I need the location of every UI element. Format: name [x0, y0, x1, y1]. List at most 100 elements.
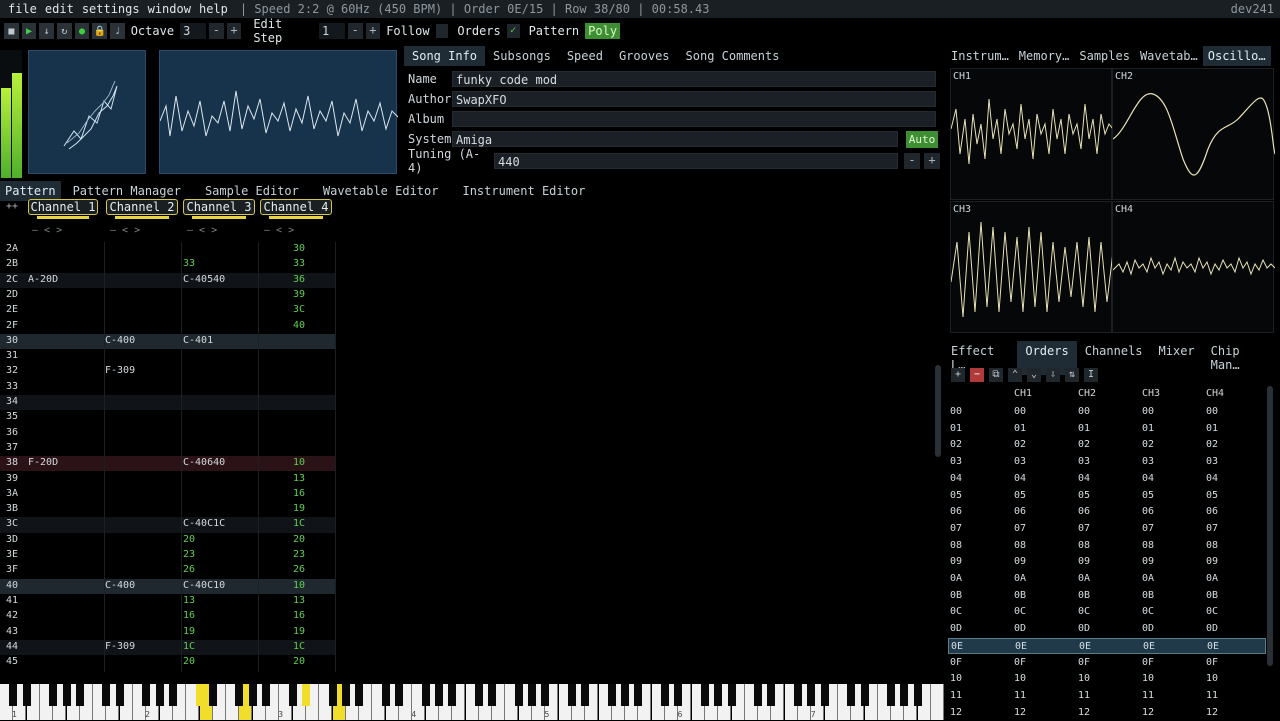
- pattern-row[interactable]: 3A 16: [0, 487, 336, 502]
- order-row[interactable]: 0E 0E 0E 0E 0E: [948, 637, 1266, 655]
- piano-black-key[interactable]: [248, 684, 257, 706]
- pattern-row[interactable]: 3F 26 26: [0, 563, 336, 578]
- octave-decrement-button[interactable]: -: [208, 23, 224, 39]
- tuning-increment-button[interactable]: +: [924, 153, 940, 169]
- octave-input[interactable]: 3: [180, 23, 206, 39]
- piano-black-key[interactable]: [820, 684, 829, 706]
- piano-black-key[interactable]: [235, 684, 244, 706]
- tab-grooves[interactable]: Grooves: [611, 46, 678, 66]
- tab-subsongs[interactable]: Subsongs: [485, 46, 559, 66]
- pattern-cell-c4[interactable]: 13: [293, 595, 305, 606]
- pattern-row[interactable]: 31: [0, 349, 336, 364]
- order-row[interactable]: 0F 0F 0F 0F 0F: [948, 655, 1266, 672]
- piano-black-key[interactable]: [75, 684, 84, 706]
- order-cell[interactable]: 0E: [1079, 641, 1091, 652]
- menu-help[interactable]: help: [199, 2, 228, 16]
- pattern-row[interactable]: 39 13: [0, 472, 336, 487]
- piano-black-key[interactable]: [607, 684, 616, 706]
- order-cell[interactable]: 01: [1206, 423, 1218, 434]
- lock-icon[interactable]: 🔒: [92, 23, 108, 39]
- tab-mixer[interactable]: Mixer: [1151, 341, 1203, 375]
- pattern-cell-c2[interactable]: F-309: [105, 641, 135, 652]
- edit-step-decrement-button[interactable]: -: [347, 23, 363, 39]
- chevron-right-icon[interactable]: >: [134, 225, 140, 236]
- duplicate-order-icon[interactable]: ⧉: [989, 368, 1003, 382]
- piano-black-key[interactable]: [22, 684, 31, 706]
- order-cell[interactable]: 06: [1078, 506, 1090, 517]
- name-field[interactable]: funky code mod: [452, 71, 936, 87]
- pattern-cell-c4[interactable]: 26: [293, 564, 305, 575]
- order-cell[interactable]: 05: [1206, 490, 1218, 501]
- move-down-icon[interactable]: ⌄: [1027, 368, 1041, 382]
- order-cell[interactable]: 0C: [1142, 606, 1154, 617]
- tuning-decrement-button[interactable]: -: [904, 153, 920, 169]
- piano-black-key[interactable]: [448, 684, 457, 706]
- order-cell[interactable]: 05: [1014, 490, 1026, 501]
- order-cell[interactable]: 12: [1142, 707, 1154, 718]
- piano-black-key[interactable]: [767, 684, 776, 706]
- order-cell[interactable]: 0F: [1206, 657, 1218, 668]
- pattern-row[interactable]: 2A 30: [0, 242, 336, 257]
- tab-wavetables[interactable]: Wavetab…: [1135, 46, 1203, 66]
- order-cell[interactable]: 05: [1142, 490, 1154, 501]
- order-row[interactable]: 10 10 10 10 10: [948, 671, 1266, 688]
- tab-speed[interactable]: Speed: [559, 46, 611, 66]
- piano-keyboard[interactable]: 1 2 3 4 5 6 7: [0, 684, 944, 720]
- piano-white-key[interactable]: [931, 684, 944, 720]
- order-cell[interactable]: 01: [1014, 423, 1026, 434]
- tuning-field[interactable]: 440: [494, 153, 898, 169]
- menu-window[interactable]: window: [148, 2, 191, 16]
- order-cell[interactable]: 0E: [1207, 641, 1219, 652]
- order-cell[interactable]: 0F: [1014, 657, 1026, 668]
- order-cell[interactable]: 01: [1142, 423, 1154, 434]
- order-cell[interactable]: 0D: [1014, 623, 1026, 634]
- order-cell[interactable]: 0C: [1014, 606, 1026, 617]
- order-cell[interactable]: 09: [1014, 556, 1026, 567]
- piano-black-key[interactable]: [621, 684, 630, 706]
- pattern-cell-c3[interactable]: 20: [183, 656, 195, 667]
- order-row[interactable]: 0D 0D 0D 0D 0D: [948, 621, 1266, 638]
- order-cell[interactable]: 02: [1014, 439, 1026, 450]
- order-cell[interactable]: 06: [1206, 506, 1218, 517]
- order-cell[interactable]: 04: [1206, 473, 1218, 484]
- order-cell[interactable]: 07: [1142, 523, 1154, 534]
- move-down-end-icon[interactable]: ⇩: [1046, 368, 1060, 382]
- order-row[interactable]: 06 06 06 06 06: [948, 504, 1266, 521]
- piano-black-key[interactable]: [807, 684, 816, 706]
- order-cell[interactable]: 08: [1206, 540, 1218, 551]
- order-cell[interactable]: 07: [1078, 523, 1090, 534]
- octave-increment-button[interactable]: +: [226, 23, 242, 39]
- order-cell[interactable]: 0A: [1078, 573, 1090, 584]
- pattern-cell-c4[interactable]: 39: [293, 289, 305, 300]
- order-cell[interactable]: 01: [1078, 423, 1090, 434]
- order-cell[interactable]: 05: [1078, 490, 1090, 501]
- pattern-cell-c3[interactable]: 19: [183, 626, 195, 637]
- order-row[interactable]: 00 00 00 00 00: [948, 404, 1266, 421]
- pattern-cell-c3[interactable]: 13: [183, 595, 195, 606]
- order-cell[interactable]: 12: [1078, 707, 1090, 718]
- order-cell[interactable]: 00: [1206, 406, 1218, 417]
- pattern-cell-c4[interactable]: 33: [293, 258, 305, 269]
- pattern-cell-c3[interactable]: C-40C1C: [183, 518, 225, 529]
- pattern-cell-c1[interactable]: F-20D: [28, 457, 58, 468]
- pattern-cell-c4[interactable]: 10: [293, 580, 305, 591]
- order-row[interactable]: 09 09 09 09 09: [948, 554, 1266, 571]
- order-cell[interactable]: 0D: [1206, 623, 1218, 634]
- pattern-cell-c1[interactable]: A-20D: [28, 274, 58, 285]
- order-cell[interactable]: 0D: [1142, 623, 1154, 634]
- pattern-cell-c2[interactable]: F-309: [105, 365, 135, 376]
- piano-black-key[interactable]: [434, 684, 443, 706]
- piano-black-key[interactable]: [195, 684, 204, 706]
- order-cell[interactable]: 0E: [1143, 641, 1155, 652]
- pattern-cell-c4[interactable]: 16: [293, 610, 305, 621]
- order-cell[interactable]: 09: [1206, 556, 1218, 567]
- piano-black-key[interactable]: [102, 684, 111, 706]
- piano-black-key[interactable]: [528, 684, 536, 706]
- pattern-cell-c3[interactable]: 26: [183, 564, 195, 575]
- order-cell[interactable]: 04: [1142, 473, 1154, 484]
- add-order-icon[interactable]: +: [951, 368, 965, 382]
- menu-file[interactable]: file: [8, 2, 37, 16]
- order-cell[interactable]: 02: [1206, 439, 1218, 450]
- pattern-cell-c3[interactable]: 20: [183, 534, 195, 545]
- order-cell[interactable]: 00: [1078, 406, 1090, 417]
